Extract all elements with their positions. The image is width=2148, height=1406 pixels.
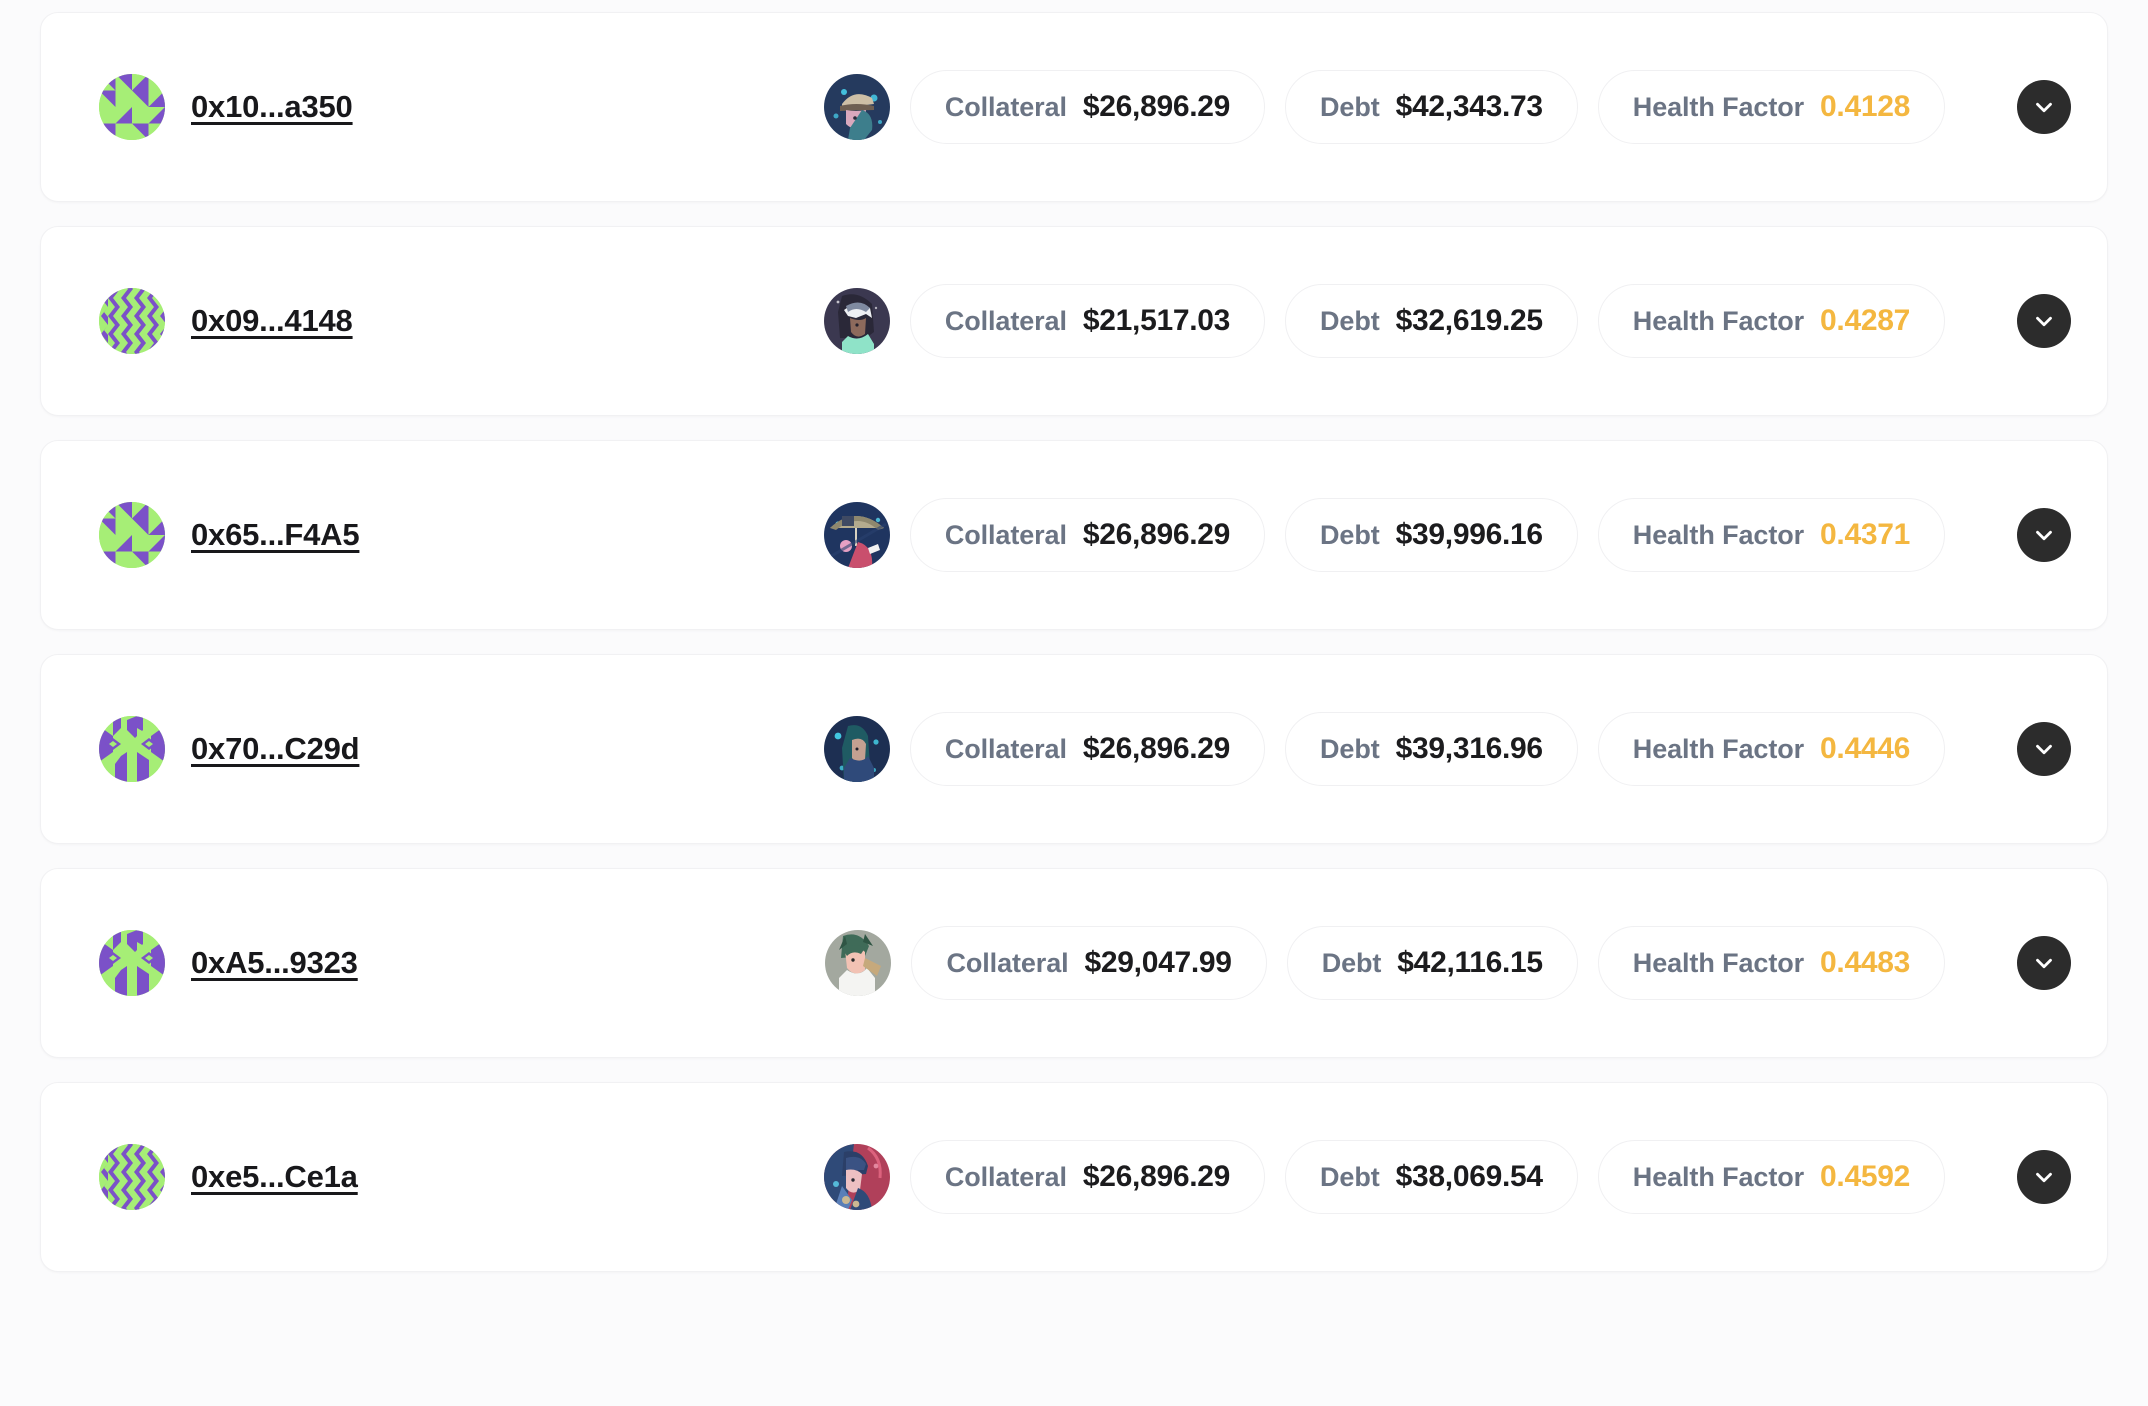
health-factor-pill: Health Factor 0.4128 bbox=[1597, 70, 1945, 144]
identicon-avatar bbox=[99, 288, 165, 354]
debt-pill: Debt $39,996.16 bbox=[1285, 498, 1578, 572]
debt-value: $32,619.25 bbox=[1395, 304, 1543, 337]
collateral-value: $26,896.29 bbox=[1082, 1160, 1231, 1193]
health-factor-label: Health Factor bbox=[1632, 947, 1805, 978]
expand-row-button[interactable] bbox=[2017, 508, 2071, 562]
health-factor-value: 0.4592 bbox=[1820, 1160, 1910, 1193]
debt-value: $42,343.73 bbox=[1395, 90, 1543, 123]
wallet-address-link[interactable]: 0xe5...Ce1a bbox=[191, 1159, 358, 1195]
identicon-avatar bbox=[99, 716, 165, 782]
debt-value: $42,116.15 bbox=[1397, 946, 1543, 979]
expand-row-button[interactable] bbox=[2017, 80, 2071, 134]
chevron-down-icon bbox=[2031, 308, 2057, 334]
identicon-avatar bbox=[99, 74, 165, 140]
position-card[interactable]: 0x10...a350 Collateral $26,896.29 Debt $… bbox=[40, 12, 2108, 202]
debt-value: $38,069.54 bbox=[1395, 1160, 1543, 1193]
collateral-pill: Collateral $29,047.99 bbox=[911, 926, 1267, 1000]
collateral-pill: Collateral $26,896.29 bbox=[909, 498, 1266, 572]
debt-label: Debt bbox=[1320, 305, 1380, 336]
expand-row-button[interactable] bbox=[2017, 936, 2071, 990]
wallet-address-link[interactable]: 0x10...a350 bbox=[191, 89, 353, 125]
metrics-group: Collateral $21,517.03 Debt $32,619.25 He… bbox=[823, 284, 2071, 358]
health-factor-pill: Health Factor 0.4287 bbox=[1597, 284, 1945, 358]
debt-label: Debt bbox=[1320, 1161, 1380, 1192]
metrics-group: Collateral $26,896.29 Debt $38,069.54 He… bbox=[823, 1140, 2071, 1214]
collateral-label: Collateral bbox=[944, 519, 1067, 550]
identicon-avatar bbox=[99, 930, 165, 996]
position-card[interactable]: 0x70...C29d Collateral $26,896.29 Debt $… bbox=[40, 654, 2108, 844]
debt-pill: Debt $32,619.25 bbox=[1285, 284, 1578, 358]
wallet-address-link[interactable]: 0x70...C29d bbox=[191, 731, 360, 767]
position-card[interactable]: 0xA5...9323 Collateral $29,047.99 Debt $… bbox=[40, 868, 2108, 1058]
collateral-value: $26,896.29 bbox=[1082, 90, 1231, 123]
wallet-address-link[interactable]: 0x09...4148 bbox=[191, 303, 353, 339]
metrics-group: Collateral $26,896.29 Debt $42,343.73 He… bbox=[823, 70, 2071, 144]
metrics-group: Collateral $26,896.29 Debt $39,316.96 He… bbox=[823, 712, 2071, 786]
health-factor-value: 0.4483 bbox=[1820, 946, 1910, 979]
health-factor-value: 0.4446 bbox=[1820, 732, 1910, 765]
debt-label: Debt bbox=[1321, 947, 1382, 978]
expand-row-button[interactable] bbox=[2017, 1150, 2071, 1204]
profile-avatar bbox=[823, 288, 890, 354]
collateral-pill: Collateral $21,517.03 bbox=[909, 284, 1266, 358]
position-card[interactable]: 0xe5...Ce1a Collateral $26,896.29 Debt $… bbox=[40, 1082, 2108, 1272]
metrics-group: Collateral $26,896.29 Debt $39,996.16 He… bbox=[823, 498, 2071, 572]
identicon-avatar bbox=[99, 1144, 165, 1210]
chevron-down-icon bbox=[2031, 736, 2057, 762]
wallet-address-link[interactable]: 0x65...F4A5 bbox=[191, 517, 360, 553]
profile-avatar bbox=[823, 74, 890, 140]
health-factor-pill: Health Factor 0.4592 bbox=[1597, 1140, 1945, 1214]
health-factor-label: Health Factor bbox=[1632, 91, 1805, 122]
health-factor-value: 0.4287 bbox=[1820, 304, 1910, 337]
profile-avatar bbox=[825, 930, 892, 996]
health-factor-label: Health Factor bbox=[1632, 305, 1805, 336]
profile-avatar bbox=[823, 716, 890, 782]
debt-pill: Debt $38,069.54 bbox=[1285, 1140, 1578, 1214]
debt-pill: Debt $39,316.96 bbox=[1285, 712, 1578, 786]
debt-value: $39,316.96 bbox=[1395, 732, 1543, 765]
profile-avatar bbox=[823, 502, 890, 568]
metrics-group: Collateral $29,047.99 Debt $42,116.15 He… bbox=[825, 926, 2071, 1000]
debt-value: $39,996.16 bbox=[1395, 518, 1543, 551]
chevron-down-icon bbox=[2031, 1164, 2057, 1190]
health-factor-value: 0.4128 bbox=[1820, 90, 1910, 123]
position-card[interactable]: 0x09...4148 Collateral $21,517.03 Debt $… bbox=[40, 226, 2108, 416]
debt-pill: Debt $42,116.15 bbox=[1286, 926, 1578, 1000]
collateral-value: $26,896.29 bbox=[1082, 518, 1231, 551]
debt-label: Debt bbox=[1320, 91, 1380, 122]
chevron-down-icon bbox=[2031, 94, 2057, 120]
health-factor-label: Health Factor bbox=[1632, 519, 1805, 550]
health-factor-pill: Health Factor 0.4483 bbox=[1597, 926, 1945, 1000]
wallet-address-link[interactable]: 0xA5...9323 bbox=[191, 945, 358, 981]
position-card[interactable]: 0x65...F4A5 Collateral $26,896.29 Debt $… bbox=[40, 440, 2108, 630]
collateral-label: Collateral bbox=[944, 305, 1067, 336]
health-factor-pill: Health Factor 0.4371 bbox=[1597, 498, 1945, 572]
collateral-value: $21,517.03 bbox=[1082, 304, 1231, 337]
collateral-value: $29,047.99 bbox=[1084, 946, 1232, 979]
collateral-label: Collateral bbox=[944, 733, 1067, 764]
collateral-pill: Collateral $26,896.29 bbox=[909, 1140, 1266, 1214]
health-factor-value: 0.4371 bbox=[1820, 518, 1910, 551]
expand-row-button[interactable] bbox=[2017, 294, 2071, 348]
health-factor-label: Health Factor bbox=[1632, 733, 1805, 764]
collateral-label: Collateral bbox=[946, 947, 1069, 978]
expand-row-button[interactable] bbox=[2017, 722, 2071, 776]
collateral-label: Collateral bbox=[944, 1161, 1067, 1192]
liquidation-positions-list: 0x10...a350 Collateral $26,896.29 Debt $… bbox=[0, 0, 2148, 1272]
debt-pill: Debt $42,343.73 bbox=[1285, 70, 1578, 144]
chevron-down-icon bbox=[2031, 950, 2057, 976]
chevron-down-icon bbox=[2031, 522, 2057, 548]
identicon-avatar bbox=[99, 502, 165, 568]
collateral-pill: Collateral $26,896.29 bbox=[909, 712, 1266, 786]
debt-label: Debt bbox=[1320, 519, 1380, 550]
collateral-label: Collateral bbox=[944, 91, 1067, 122]
profile-avatar bbox=[823, 1144, 890, 1210]
collateral-pill: Collateral $26,896.29 bbox=[909, 70, 1266, 144]
health-factor-label: Health Factor bbox=[1632, 1161, 1805, 1192]
health-factor-pill: Health Factor 0.4446 bbox=[1597, 712, 1945, 786]
debt-label: Debt bbox=[1320, 733, 1380, 764]
collateral-value: $26,896.29 bbox=[1082, 732, 1231, 765]
